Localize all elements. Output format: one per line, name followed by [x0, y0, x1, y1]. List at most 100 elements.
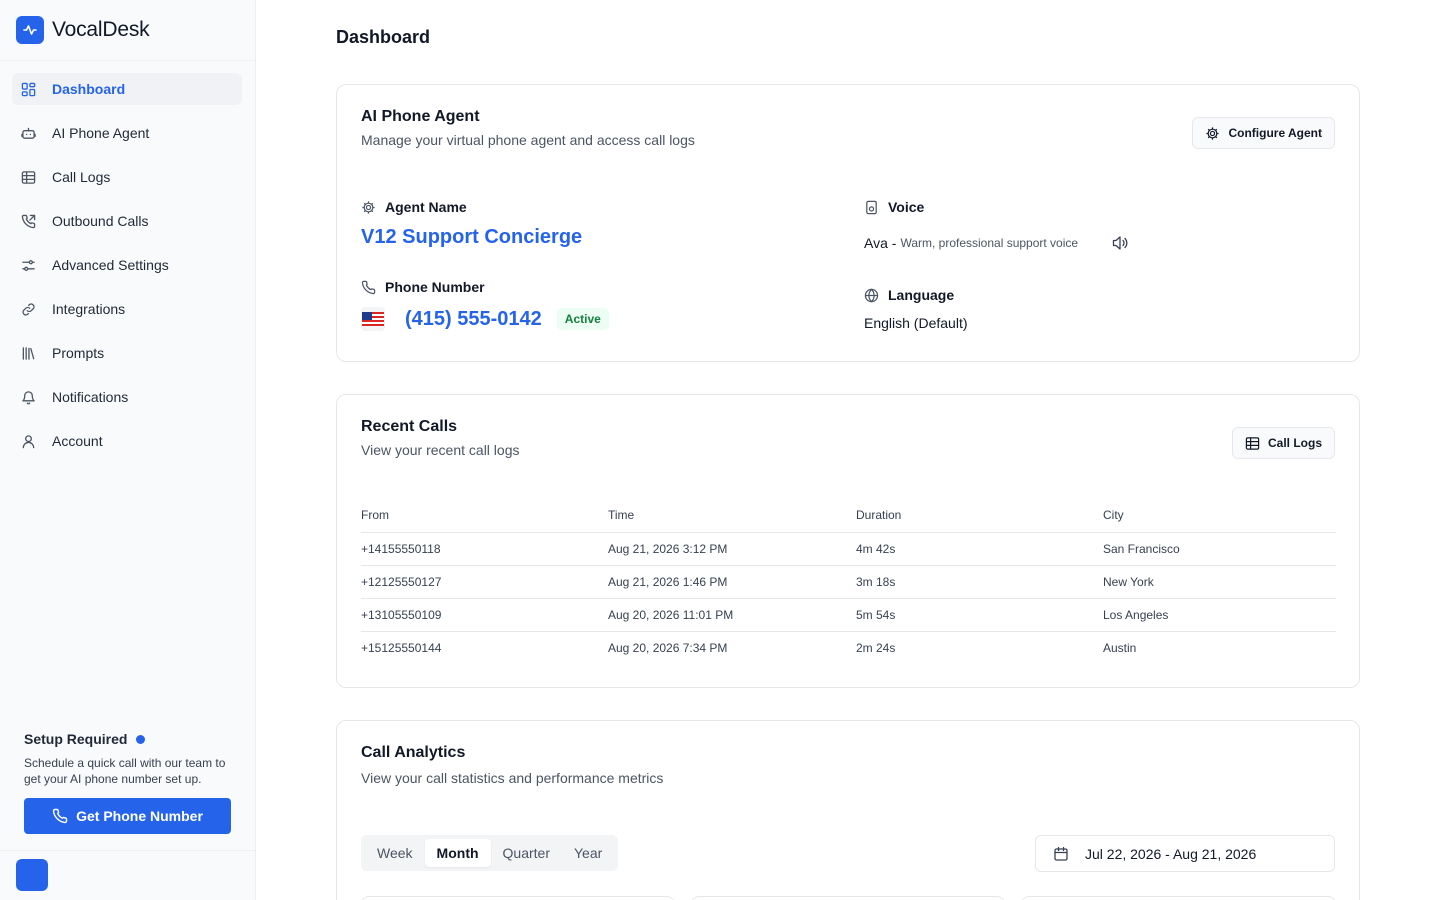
sidebar-item-label: Dashboard: [52, 81, 126, 97]
language-label-text: Language: [888, 287, 955, 303]
voice-name: Ava -: [864, 235, 897, 251]
phone-number-label-text: Phone Number: [385, 279, 485, 295]
tab-quarter[interactable]: Quarter: [491, 839, 562, 867]
sidebar-item-call-logs[interactable]: Call Logs: [12, 161, 242, 193]
cell-time: Aug 20, 2026 7:34 PM: [608, 640, 728, 655]
avatar[interactable]: [16, 859, 48, 891]
tab-year[interactable]: Year: [562, 839, 614, 867]
phone-icon: [52, 808, 68, 824]
column-header-from[interactable]: From: [361, 506, 608, 533]
sidebar-nav: Dashboard AI Phone Agent Call Logs Outbo…: [12, 73, 242, 469]
voice-description: Warm, professional support voice: [900, 236, 1079, 250]
sidebar-item-outbound-calls[interactable]: Outbound Calls: [12, 205, 242, 237]
phone-number-value[interactable]: (415) 555-0142: [405, 308, 542, 331]
recent-calls-card: Recent Calls View your recent call logs …: [336, 394, 1360, 688]
cell-city: Los Angeles: [1103, 598, 1336, 632]
card-subtitle: View your recent call logs: [361, 442, 520, 458]
sidebar-item-label: Call Logs: [52, 169, 111, 185]
tab-week[interactable]: Week: [365, 839, 425, 867]
cell-from: +14155550118: [361, 532, 608, 566]
cell-from: +12125550127: [361, 565, 608, 599]
page-title: Dashboard: [336, 27, 431, 47]
table-row[interactable]: +13105550109 Aug 20, 2026 11:01 PM 5m 54…: [361, 598, 1336, 632]
sidebar-item-advanced-settings[interactable]: Advanced Settings: [12, 249, 242, 281]
link-icon: [20, 301, 36, 317]
gear-icon: [1205, 126, 1220, 141]
phone-number-label: Phone Number: [361, 279, 485, 295]
call-logs-button[interactable]: Call Logs: [1231, 427, 1335, 459]
language-label: Language: [864, 287, 954, 303]
cell-city: San Francisco: [1103, 532, 1336, 566]
cell-city: Austin: [1103, 640, 1137, 655]
column-header-time[interactable]: Time: [608, 506, 856, 533]
cell-duration: 3m 18s: [856, 565, 1103, 599]
cell-from: +13105550109: [361, 598, 608, 632]
robot-icon: [20, 125, 36, 141]
table-row[interactable]: +15125550144 Aug 20, 2026 7:34 PM 2m 24s…: [361, 631, 1336, 664]
date-range-value: Jul 22, 2026 - Aug 21, 2026: [1085, 845, 1257, 862]
cell-duration: 2m 24s: [856, 640, 896, 655]
sidebar-item-label: Advanced Settings: [52, 257, 169, 273]
user-icon: [20, 433, 36, 449]
calendar-icon: [1053, 846, 1069, 862]
cell-city: New York: [1103, 565, 1336, 599]
cell-from: +15125550144: [361, 640, 442, 655]
volume-icon[interactable]: [1111, 234, 1129, 252]
get-phone-number-label: Get Phone Number: [76, 808, 203, 824]
agent-name-label: Agent Name: [361, 199, 467, 215]
sidebar: VocalDesk Dashboard AI Phone Agent Call …: [0, 0, 256, 900]
sidebar-item-dashboard[interactable]: Dashboard: [12, 73, 242, 105]
sidebar-item-notifications[interactable]: Notifications: [12, 381, 242, 413]
table-row[interactable]: +14155550118 Aug 21, 2026 3:12 PM 4m 42s…: [361, 532, 1336, 566]
dashboard-icon: [20, 81, 36, 97]
cell-duration: 5m 54s: [856, 598, 1103, 632]
column-header-duration[interactable]: Duration: [856, 506, 1103, 533]
voice-label-text: Voice: [888, 199, 925, 215]
configure-agent-label: Configure Agent: [1228, 126, 1322, 140]
column-header-city[interactable]: City: [1103, 506, 1336, 533]
app-name: VocalDesk: [52, 18, 150, 41]
sidebar-item-ai-phone-agent[interactable]: AI Phone Agent: [12, 117, 242, 149]
cell-time: Aug 21, 2026 3:12 PM: [608, 532, 856, 566]
call-logs-label: Call Logs: [1267, 436, 1322, 450]
app-logo-icon: [16, 16, 44, 44]
phone-icon: [361, 280, 376, 295]
setup-notice: Setup Required Schedule a quick call wit…: [24, 731, 234, 787]
speaker-device-icon: [864, 200, 879, 215]
tab-month[interactable]: Month: [424, 839, 491, 867]
phone-number-row: (415) 555-0142 Active: [361, 307, 609, 331]
sidebar-item-integrations[interactable]: Integrations: [12, 293, 242, 325]
get-phone-number-button[interactable]: Get Phone Number: [24, 798, 231, 834]
divider: [0, 60, 255, 61]
agent-name-value[interactable]: V12 Support Concierge: [361, 226, 582, 249]
status-badge: Active: [556, 308, 609, 330]
card-title: Call Analytics: [361, 744, 466, 761]
period-selector: Week Month Quarter Year: [361, 835, 619, 871]
brand[interactable]: VocalDesk: [16, 14, 150, 46]
setup-title: Setup Required: [24, 731, 234, 747]
sidebar-item-prompts[interactable]: Prompts: [12, 337, 242, 369]
table-header-row: From Time Duration City: [361, 506, 1336, 533]
sidebar-item-label: Account: [52, 433, 103, 449]
card-subtitle: Manage your virtual phone agent and acce…: [361, 132, 695, 148]
us-flag-icon: [361, 307, 385, 331]
sidebar-item-label: Notifications: [52, 389, 129, 405]
divider: [0, 850, 255, 851]
status-dot-icon: [136, 734, 146, 744]
voice-value: Ava - Warm, professional support voice: [864, 235, 1078, 251]
sidebar-item-account[interactable]: Account: [12, 425, 242, 457]
phone-outgoing-icon: [20, 213, 36, 229]
sidebar-item-label: Outbound Calls: [52, 213, 149, 229]
voice-label: Voice: [864, 199, 924, 215]
table-row[interactable]: +12125550127 Aug 21, 2026 1:46 PM 3m 18s…: [361, 565, 1336, 599]
setup-description: Schedule a quick call with our team to g…: [24, 756, 226, 786]
card-subtitle: View your call statistics and performanc…: [361, 770, 664, 786]
configure-agent-button[interactable]: Configure Agent: [1192, 117, 1335, 149]
card-title: AI Phone Agent: [361, 108, 480, 125]
date-range-picker[interactable]: Jul 22, 2026 - Aug 21, 2026: [1035, 835, 1335, 872]
metric-card: [691, 896, 1005, 900]
setup-title-text: Setup Required: [24, 731, 128, 747]
library-icon: [20, 345, 36, 361]
cell-duration: 4m 42s: [856, 532, 1103, 566]
globe-icon: [864, 288, 879, 303]
